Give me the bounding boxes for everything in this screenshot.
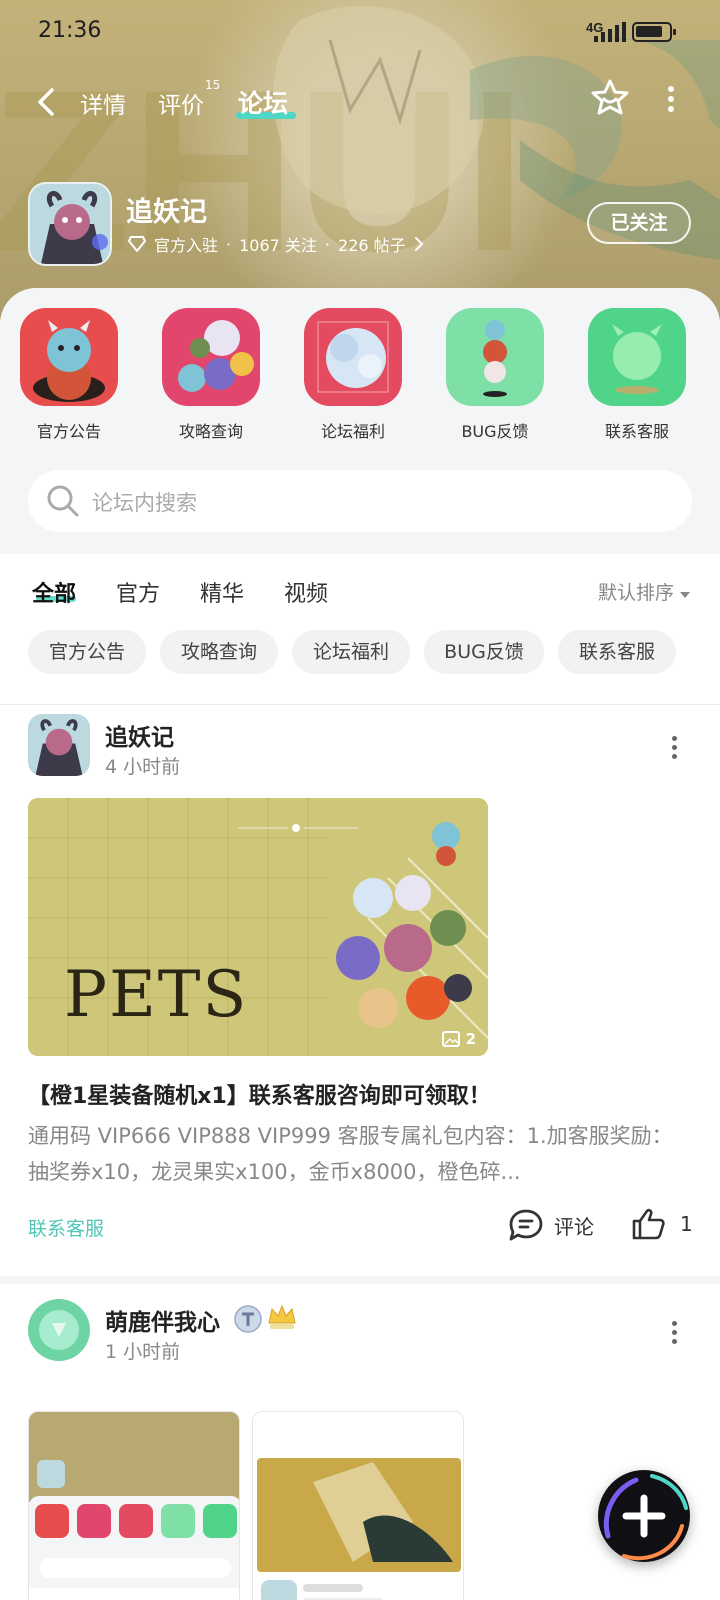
chip-guides[interactable]: 攻略查询	[160, 630, 278, 674]
tab-details[interactable]: 详情	[80, 86, 126, 120]
post-time: 4 小时前	[105, 756, 181, 778]
post-body[interactable]: 通用码 VIP666 VIP888 VIP999 客服专属礼包内容：1.加客服奖…	[28, 1118, 692, 1190]
official-label: 官方入驻	[154, 236, 219, 255]
image-count: 2	[441, 1030, 476, 1048]
game-meta[interactable]: 官方入驻 · 1067 关注 · 226 帖子	[128, 232, 424, 256]
image-count-value: 2	[465, 1030, 476, 1048]
author-name[interactable]: 萌鹿伴我心	[105, 1303, 220, 1337]
posts-count: 226 帖子	[338, 236, 406, 255]
plus-icon	[603, 1474, 688, 1561]
filter-tab-all[interactable]: 全部	[32, 576, 76, 608]
announcement-pet-icon	[20, 308, 118, 406]
reviews-count-badge: 15	[205, 78, 221, 92]
diamond-icon	[128, 236, 146, 252]
follow-button[interactable]: 已关注	[587, 202, 691, 244]
chip-customer-service[interactable]: 联系客服	[558, 630, 676, 674]
battery-fill	[636, 26, 662, 37]
status-bar: 21:36 4G	[0, 0, 720, 64]
shortcut-label: 官方公告	[36, 422, 101, 441]
guides-pets-icon	[162, 308, 260, 406]
post-more-icon[interactable]	[670, 736, 678, 763]
filter-tab-video[interactable]: 视频	[284, 576, 328, 608]
search-placeholder: 论坛内搜索	[92, 491, 197, 515]
author-avatar[interactable]	[28, 714, 90, 776]
shortcut-label: 论坛福利	[320, 422, 385, 441]
forum-search-input[interactable]: 论坛内搜索	[28, 470, 692, 532]
image-icon	[441, 1031, 460, 1047]
battery-icon	[632, 22, 676, 42]
user-level-badge-icon	[234, 1305, 262, 1333]
post-tag[interactable]: 联系客服	[28, 1214, 104, 1241]
back-icon[interactable]	[32, 84, 62, 120]
post-card[interactable]: 追妖记 4 小时前 PETS 2 【橙1星装备随机x1】联系客服咨询即可领取！ …	[0, 714, 720, 1264]
crown-badge-icon	[268, 1304, 296, 1329]
chip-bug-report[interactable]: BUG反馈	[424, 630, 544, 674]
game-title: 追妖记	[126, 197, 207, 228]
shortcut-label: BUG反馈	[461, 422, 529, 441]
chevron-right-icon	[414, 237, 424, 251]
chip-announcements[interactable]: 官方公告	[28, 630, 146, 674]
bug-report-pet-icon	[446, 308, 544, 406]
followers-count: 1067 关注	[239, 236, 317, 255]
shortcut-benefits[interactable]: 论坛福利	[303, 308, 403, 442]
post-screenshot-thumbnail[interactable]	[28, 1411, 240, 1600]
like-count: 1	[680, 1212, 693, 1236]
forum-feed: 全部 官方 精华 视频 默认排序 官方公告 攻略查询 论坛福利 BUG反馈 联系…	[0, 554, 720, 1600]
game-info: 追妖记 官方入驻 · 1067 关注 · 226 帖子 已关注	[0, 180, 720, 270]
author-name[interactable]: 追妖记	[105, 718, 174, 752]
shortcut-announcements[interactable]: 官方公告	[19, 308, 119, 442]
post-more-icon[interactable]	[670, 1321, 678, 1348]
tab-reviews[interactable]: 评价	[158, 86, 204, 120]
more-menu-icon[interactable]	[660, 86, 682, 116]
shortcut-label: 联系客服	[604, 422, 669, 441]
search-icon	[47, 485, 79, 517]
like-button[interactable]: 1	[632, 1208, 693, 1240]
tab-forum[interactable]: 论坛	[238, 84, 288, 120]
post-title[interactable]: 【橙1星装备随机x1】联系客服咨询即可领取！	[28, 1078, 491, 1110]
shortcut-customer-service[interactable]: 联系客服	[587, 308, 687, 442]
filter-tab-featured[interactable]: 精华	[200, 576, 244, 608]
create-post-button[interactable]	[598, 1470, 690, 1562]
signal-icon	[594, 22, 626, 42]
sort-label: 默认排序	[598, 582, 675, 604]
caret-down-icon	[680, 592, 691, 598]
game-logo-icon[interactable]	[28, 182, 112, 266]
top-nav: 详情 评价 15 论坛	[0, 78, 720, 128]
chip-benefits[interactable]: 论坛福利	[292, 630, 410, 674]
shortcut-bug-report[interactable]: BUG反馈	[445, 308, 545, 442]
post-time: 1 小时前	[105, 1341, 181, 1363]
benefits-pet-icon	[304, 308, 402, 406]
sort-dropdown[interactable]: 默认排序	[598, 578, 691, 605]
shortcut-guides[interactable]: 攻略查询	[161, 308, 261, 442]
post-separator	[0, 1276, 720, 1284]
thumbs-up-icon	[632, 1208, 665, 1240]
shortcut-label: 攻略查询	[178, 422, 243, 441]
post-screenshot-thumbnail[interactable]	[252, 1411, 464, 1600]
comment-icon	[509, 1209, 543, 1241]
post-image-caption: PETS	[64, 958, 249, 1032]
comment-button[interactable]: 评论	[508, 1208, 594, 1242]
author-avatar[interactable]	[28, 1299, 90, 1361]
filter-tab-official[interactable]: 官方	[116, 576, 160, 608]
comment-label: 评论	[554, 1214, 594, 1239]
post-image[interactable]: PETS 2	[28, 798, 488, 1056]
status-time: 21:36	[38, 18, 102, 43]
customer-service-pet-icon	[588, 308, 686, 406]
meta-separator: ·	[226, 234, 232, 254]
favorite-star-icon[interactable]	[590, 78, 630, 118]
meta-separator: ·	[324, 234, 331, 254]
forum-shortcuts-card: 官方公告 攻略查询 论坛福利 BUG反馈 联系客服 论坛内搜索	[0, 288, 720, 554]
divider	[0, 704, 720, 705]
